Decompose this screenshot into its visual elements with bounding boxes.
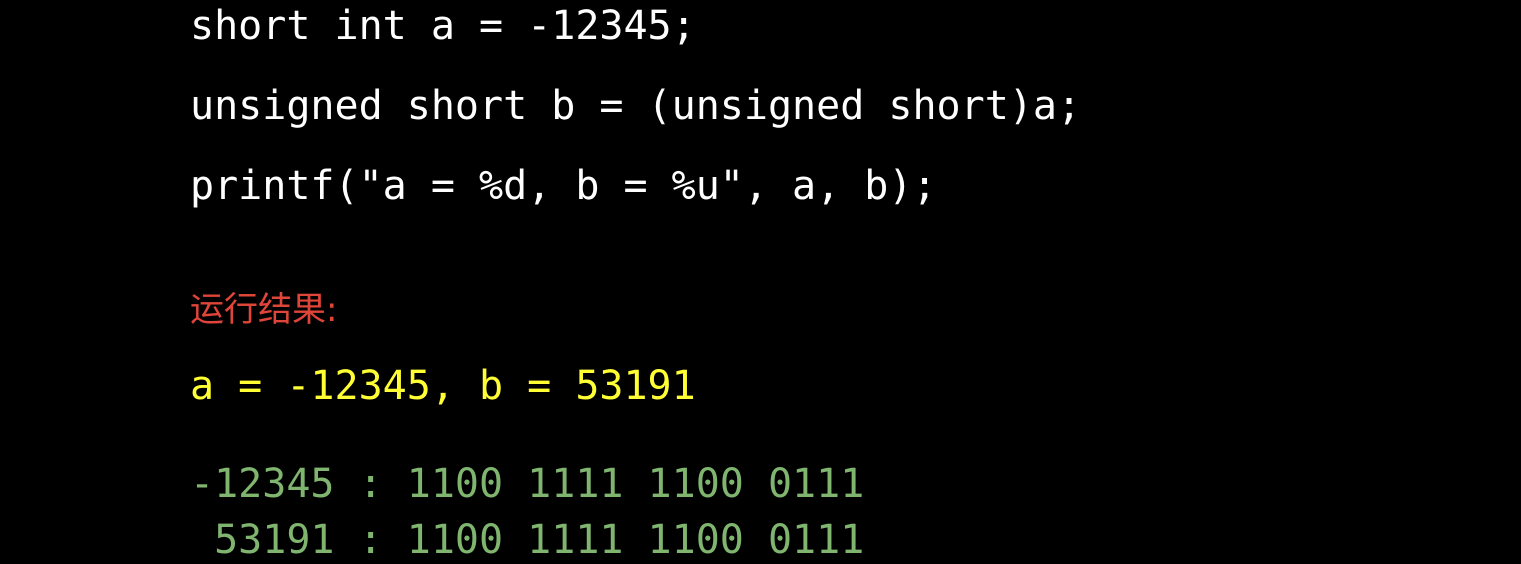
result-label: 运行结果: [190, 290, 338, 330]
program-output: a = -12345, b = 53191 [190, 363, 696, 409]
code-line-printf: printf("a = %d, b = %u", a, b); [190, 163, 937, 209]
binary-line-unsigned: 53191 : 1100 1111 1100 0111 [190, 517, 865, 563]
code-line-cast-b: unsigned short b = (unsigned short)a; [190, 83, 1082, 129]
binary-line-negative: -12345 : 1100 1111 1100 0111 [190, 461, 865, 507]
code-slide: short int a = -12345; unsigned short b =… [0, 0, 1521, 563]
code-line-declare-a: short int a = -12345; [190, 3, 696, 49]
